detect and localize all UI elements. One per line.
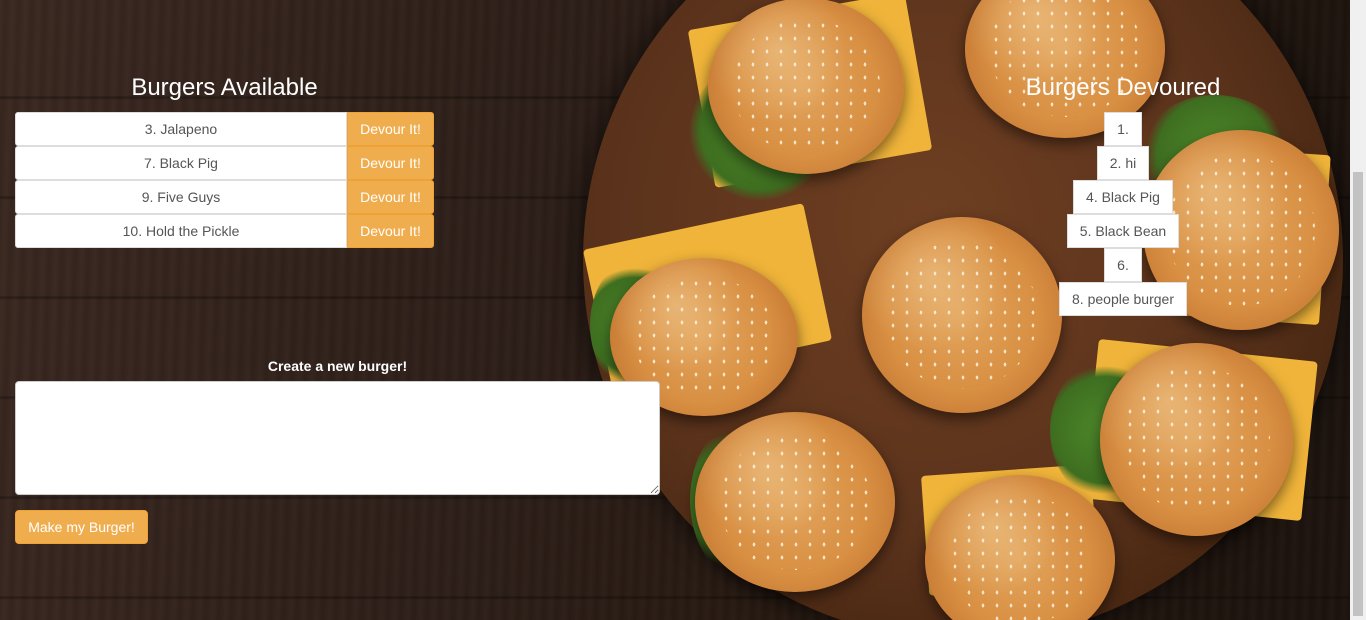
scrollbar-thumb[interactable] — [1353, 172, 1363, 616]
available-burger-row: 10. Hold the Pickle Devour It! — [15, 214, 434, 248]
devoured-burger-item: 2. hi — [1096, 146, 1150, 180]
devour-button[interactable]: Devour It! — [347, 112, 434, 146]
devoured-burgers-list: 1. 2. hi 4. Black Pig 5. Black Bean 6. 8… — [960, 112, 1286, 316]
new-burger-input[interactable] — [15, 381, 660, 495]
burger-bun — [695, 412, 895, 592]
burger-name: 3. Jalapeno — [15, 112, 347, 146]
burger-name: 7. Black Pig — [15, 146, 347, 180]
create-burger-label: Create a new burger! — [267, 358, 408, 374]
burger-bun — [708, 0, 904, 174]
devoured-burger-item: 8. people burger — [1059, 282, 1187, 316]
make-burger-button[interactable]: Make my Burger! — [15, 510, 148, 544]
devoured-burger-item: 5. Black Bean — [1066, 214, 1180, 248]
burger-name: 10. Hold the Pickle — [15, 214, 347, 248]
available-burger-row: 9. Five Guys Devour It! — [15, 180, 434, 214]
available-burger-row: 7. Black Pig Devour It! — [15, 146, 434, 180]
devoured-burger-item: 1. — [1104, 112, 1142, 146]
devoured-burger-item: 4. Black Pig — [1073, 180, 1173, 214]
devour-button[interactable]: Devour It! — [347, 180, 434, 214]
burgers-devoured-heading: Burgers Devoured — [1025, 74, 1221, 101]
burger-name: 9. Five Guys — [15, 180, 347, 214]
devour-button[interactable]: Devour It! — [347, 214, 434, 248]
devour-button[interactable]: Devour It! — [347, 146, 434, 180]
burger-bun — [1100, 343, 1293, 536]
burgers-available-heading: Burgers Available — [131, 74, 318, 101]
devoured-burger-item: 6. — [1104, 248, 1142, 282]
available-burgers-list: 3. Jalapeno Devour It! 7. Black Pig Devo… — [15, 112, 434, 248]
page-scrollbar[interactable] — [1350, 0, 1366, 620]
available-burger-row: 3. Jalapeno Devour It! — [15, 112, 434, 146]
